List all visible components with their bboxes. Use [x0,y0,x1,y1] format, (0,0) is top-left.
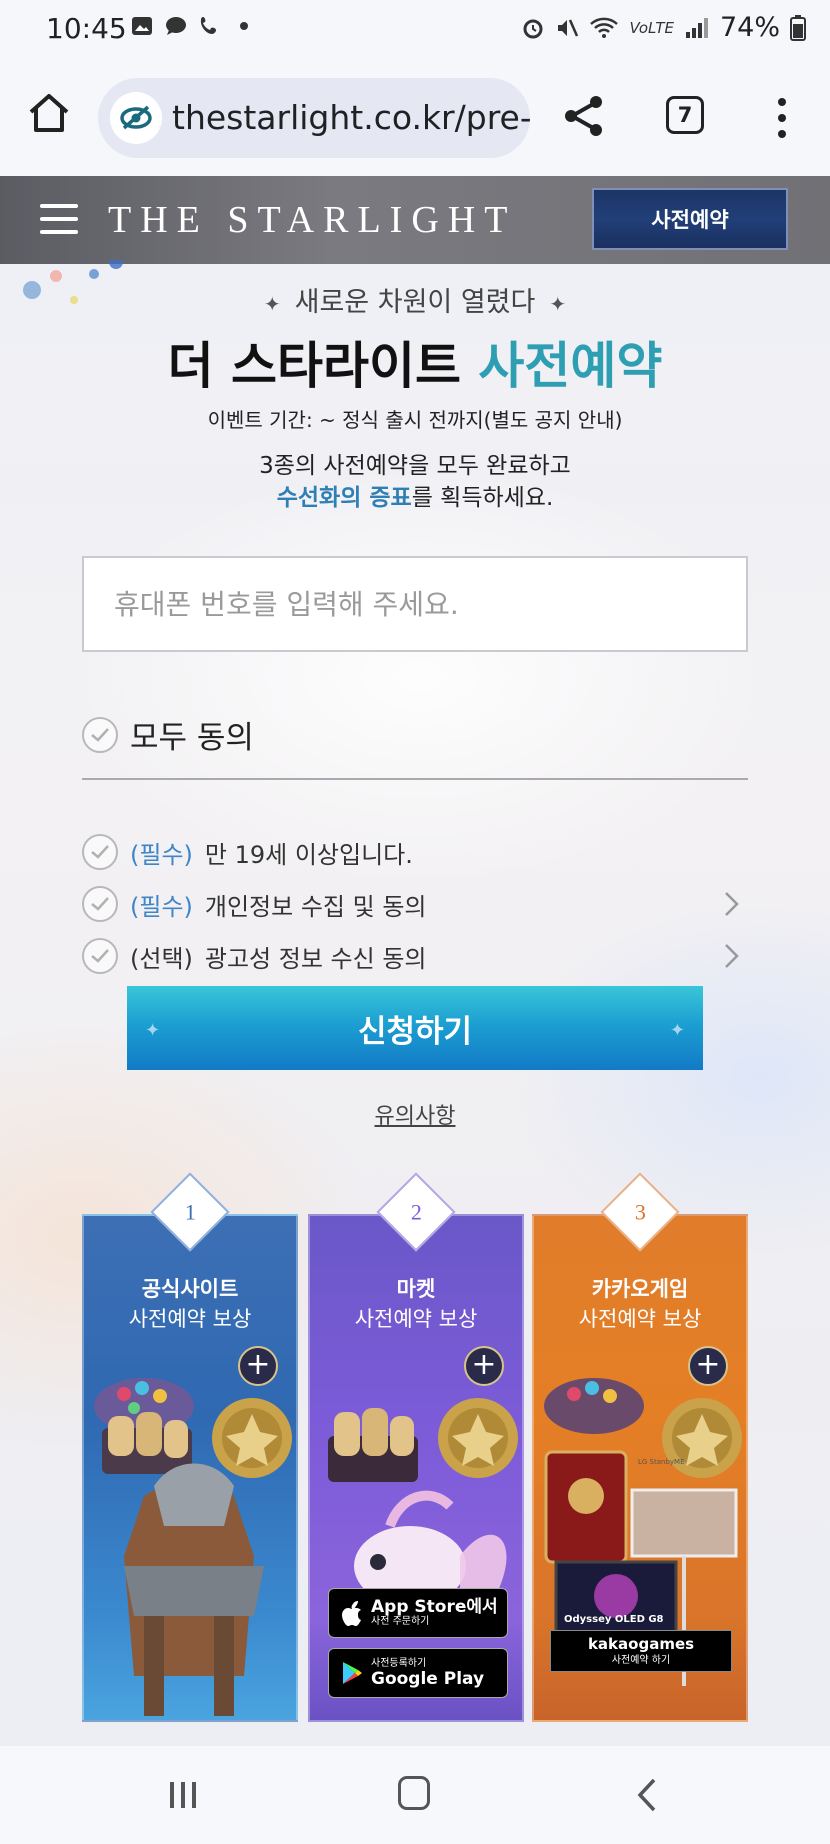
hero-title: 더 스타라이트 사전예약 [167,337,663,395]
url-text: thestarlight.co.kr/pre-re [172,98,530,137]
volte-label: VoLTE [629,18,674,37]
agreement-divider [82,778,748,780]
system-navigation-bar [0,1746,830,1844]
app-store-button[interactable]: App Store에서 사전 주문하기 [328,1588,508,1638]
notice-link[interactable]: 유의사항 [0,1098,830,1130]
chevron-right-icon[interactable] [722,942,742,970]
stand-label: LG StanbyME [638,1458,685,1466]
google-play-icon [343,1662,362,1684]
status-right: VoLTE 74% [521,12,806,43]
notification-icons [130,14,256,38]
signal-icon [685,17,708,38]
chat-icon [166,17,186,35]
ornament-right-icon: ✦ [549,292,567,316]
gallery-icon [132,17,152,35]
agree-all-checkbox[interactable]: 모두 동의 [82,712,254,757]
hero-description-line2: 수선화의 증표를 획득하세요. [276,485,554,511]
ornament-left-icon: ✦ [263,292,281,316]
google-play-button[interactable]: 사전등록하기 Google Play [328,1648,508,1698]
header-pre-register-button[interactable]: 사전예약 [592,188,788,250]
apply-button[interactable]: ✦ 신청하기 ✦ [127,986,703,1070]
sparkle-icon: ✦ [145,1020,161,1041]
status-bar: 10:45 VoLTE 74% [0,0,830,60]
event-period: 이벤트 기간: ~ 정식 출시 전까지(별도 공지 안내) [207,408,623,432]
nav-home-icon[interactable] [398,1776,430,1810]
check-icon [82,834,118,870]
apple-icon [342,1601,361,1626]
share-icon[interactable] [562,94,606,138]
kakaogames-button[interactable]: kakaogames 사전예약 하기 [550,1630,732,1672]
whowho-call-icon [200,17,216,34]
agreement-privacy-checkbox[interactable]: (필수) 개인정보 수집 및 동의 [82,884,748,924]
check-icon [82,716,118,753]
plus-icon: + [464,1346,504,1386]
hero-description-line1: 3종의 사전예약을 모두 완료하고 [259,453,571,479]
site-header: THE STARLIGHT 사전예약 [0,176,830,264]
more-options-icon[interactable] [770,96,794,140]
monitor-label: Odyssey OLED G8 [564,1614,664,1625]
wifi-icon [590,17,619,38]
mute-icon [558,18,579,37]
recent-apps-icon[interactable] [168,1780,198,1810]
plus-icon: + [688,1346,728,1386]
battery-icon [790,14,806,41]
browser-home-icon[interactable] [26,90,72,136]
site-logo[interactable]: THE STARLIGHT [108,198,516,242]
status-time: 10:45 [46,12,127,45]
browser-toolbar: thestarlight.co.kr/pre-re 7 [0,60,830,176]
phone-number-input[interactable] [82,556,748,652]
nav-back-icon[interactable] [636,1778,658,1812]
battery-percent: 74% [719,12,780,43]
reward-card-market[interactable]: 마켓 사전예약 보상 + App Store에서 사전 주문하기 사전등록하기 Go… [308,1214,524,1722]
web-page: THE STARLIGHT 사전예약 ✦ 새로운 차원이 열렸다 ✦ 더 스타라이트… [0,176,830,1746]
reward-card-official-site[interactable]: 공식사이트 사전예약 보상 + [82,1214,298,1722]
sparkle-icon: ✦ [669,1020,685,1041]
check-icon [82,938,118,974]
alarm-icon [523,19,543,38]
plus-icon: + [238,1346,278,1386]
hero-subtitle: ✦ 새로운 차원이 열렸다 ✦ [263,287,567,318]
tab-switcher-button[interactable]: 7 [666,96,704,134]
hamburger-menu-icon[interactable] [40,204,78,234]
dot-icon [240,22,248,30]
check-icon [82,886,118,922]
tracking-eye-icon[interactable] [110,92,162,144]
reward-horse-image [94,1378,292,1716]
agreement-age-checkbox[interactable]: (필수) 만 19세 이상입니다. [82,832,748,872]
reward-card-kakaogames[interactable]: 카카오게임 사전예약 보상 + LG StanbyME Odyssey OLED… [532,1214,748,1722]
agreement-marketing-checkbox[interactable]: (선택) 광고성 정보 수신 동의 [82,936,748,976]
chevron-right-icon[interactable] [722,890,742,918]
address-bar[interactable]: thestarlight.co.kr/pre-re [98,78,530,158]
